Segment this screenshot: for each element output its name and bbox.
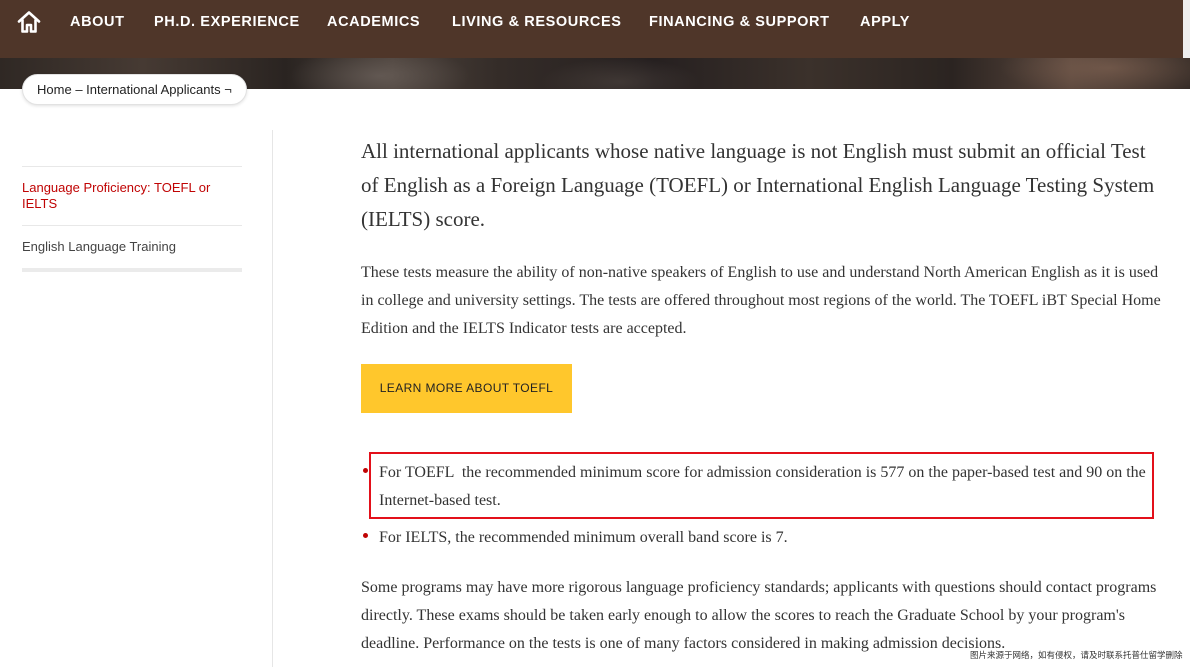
scrollbar-edge <box>1183 0 1190 58</box>
watermark: 图片来源于网络，如有侵权，请及时联系托普仕留学删除 <box>970 651 1183 661</box>
breadcrumb-dropdown-toggle[interactable]: ¬ <box>224 82 232 97</box>
toefl-requirement-text: For TOEFL the recommended minimum score … <box>379 464 1150 509</box>
column-divider <box>272 130 273 667</box>
sidebar-item-label: Language Proficiency: TOEFL or IELTS <box>22 180 211 211</box>
ielts-requirement-text: For IELTS, the recommended minimum overa… <box>379 529 788 546</box>
breadcrumb: Home – International Applicants ¬ <box>22 74 247 105</box>
sidebar-item-english-language-training[interactable]: English Language Training <box>22 225 242 268</box>
intro-paragraph: These tests measure the ability of non-n… <box>361 264 1161 337</box>
section-sidebar: Language Proficiency: TOEFL or IELTS Eng… <box>22 166 242 272</box>
nav-item-phd-experience[interactable]: PH.D. EXPERIENCE <box>154 12 300 32</box>
list-item: For TOEFL the recommended minimum score … <box>363 459 1167 515</box>
breadcrumb-current: International Applicants <box>86 82 221 97</box>
list-item: For IELTS, the recommended minimum overa… <box>363 524 1167 552</box>
bullet-icon <box>363 468 368 473</box>
breadcrumb-separator: – <box>75 82 83 97</box>
learn-more-toefl-button[interactable]: LEARN MORE ABOUT TOEFL <box>361 364 572 413</box>
bullet-icon <box>363 533 368 538</box>
sidebar-item-label: English Language Training <box>22 239 176 254</box>
main-content: All international applicants whose nativ… <box>361 0 1167 667</box>
score-requirements-list: For TOEFL the recommended minimum score … <box>363 459 1167 552</box>
sidebar-item-language-proficiency[interactable]: Language Proficiency: TOEFL or IELTS <box>22 166 242 225</box>
home-icon[interactable] <box>16 9 42 35</box>
sidebar-bottom-rule <box>22 268 242 272</box>
nav-item-about[interactable]: ABOUT <box>70 12 125 32</box>
program-standards-paragraph: Some programs may have more rigorous lan… <box>361 579 1157 652</box>
home-icon-graphic <box>17 11 41 33</box>
lead-paragraph: All international applicants whose nativ… <box>361 139 1155 231</box>
breadcrumb-home-link[interactable]: Home <box>37 82 72 97</box>
